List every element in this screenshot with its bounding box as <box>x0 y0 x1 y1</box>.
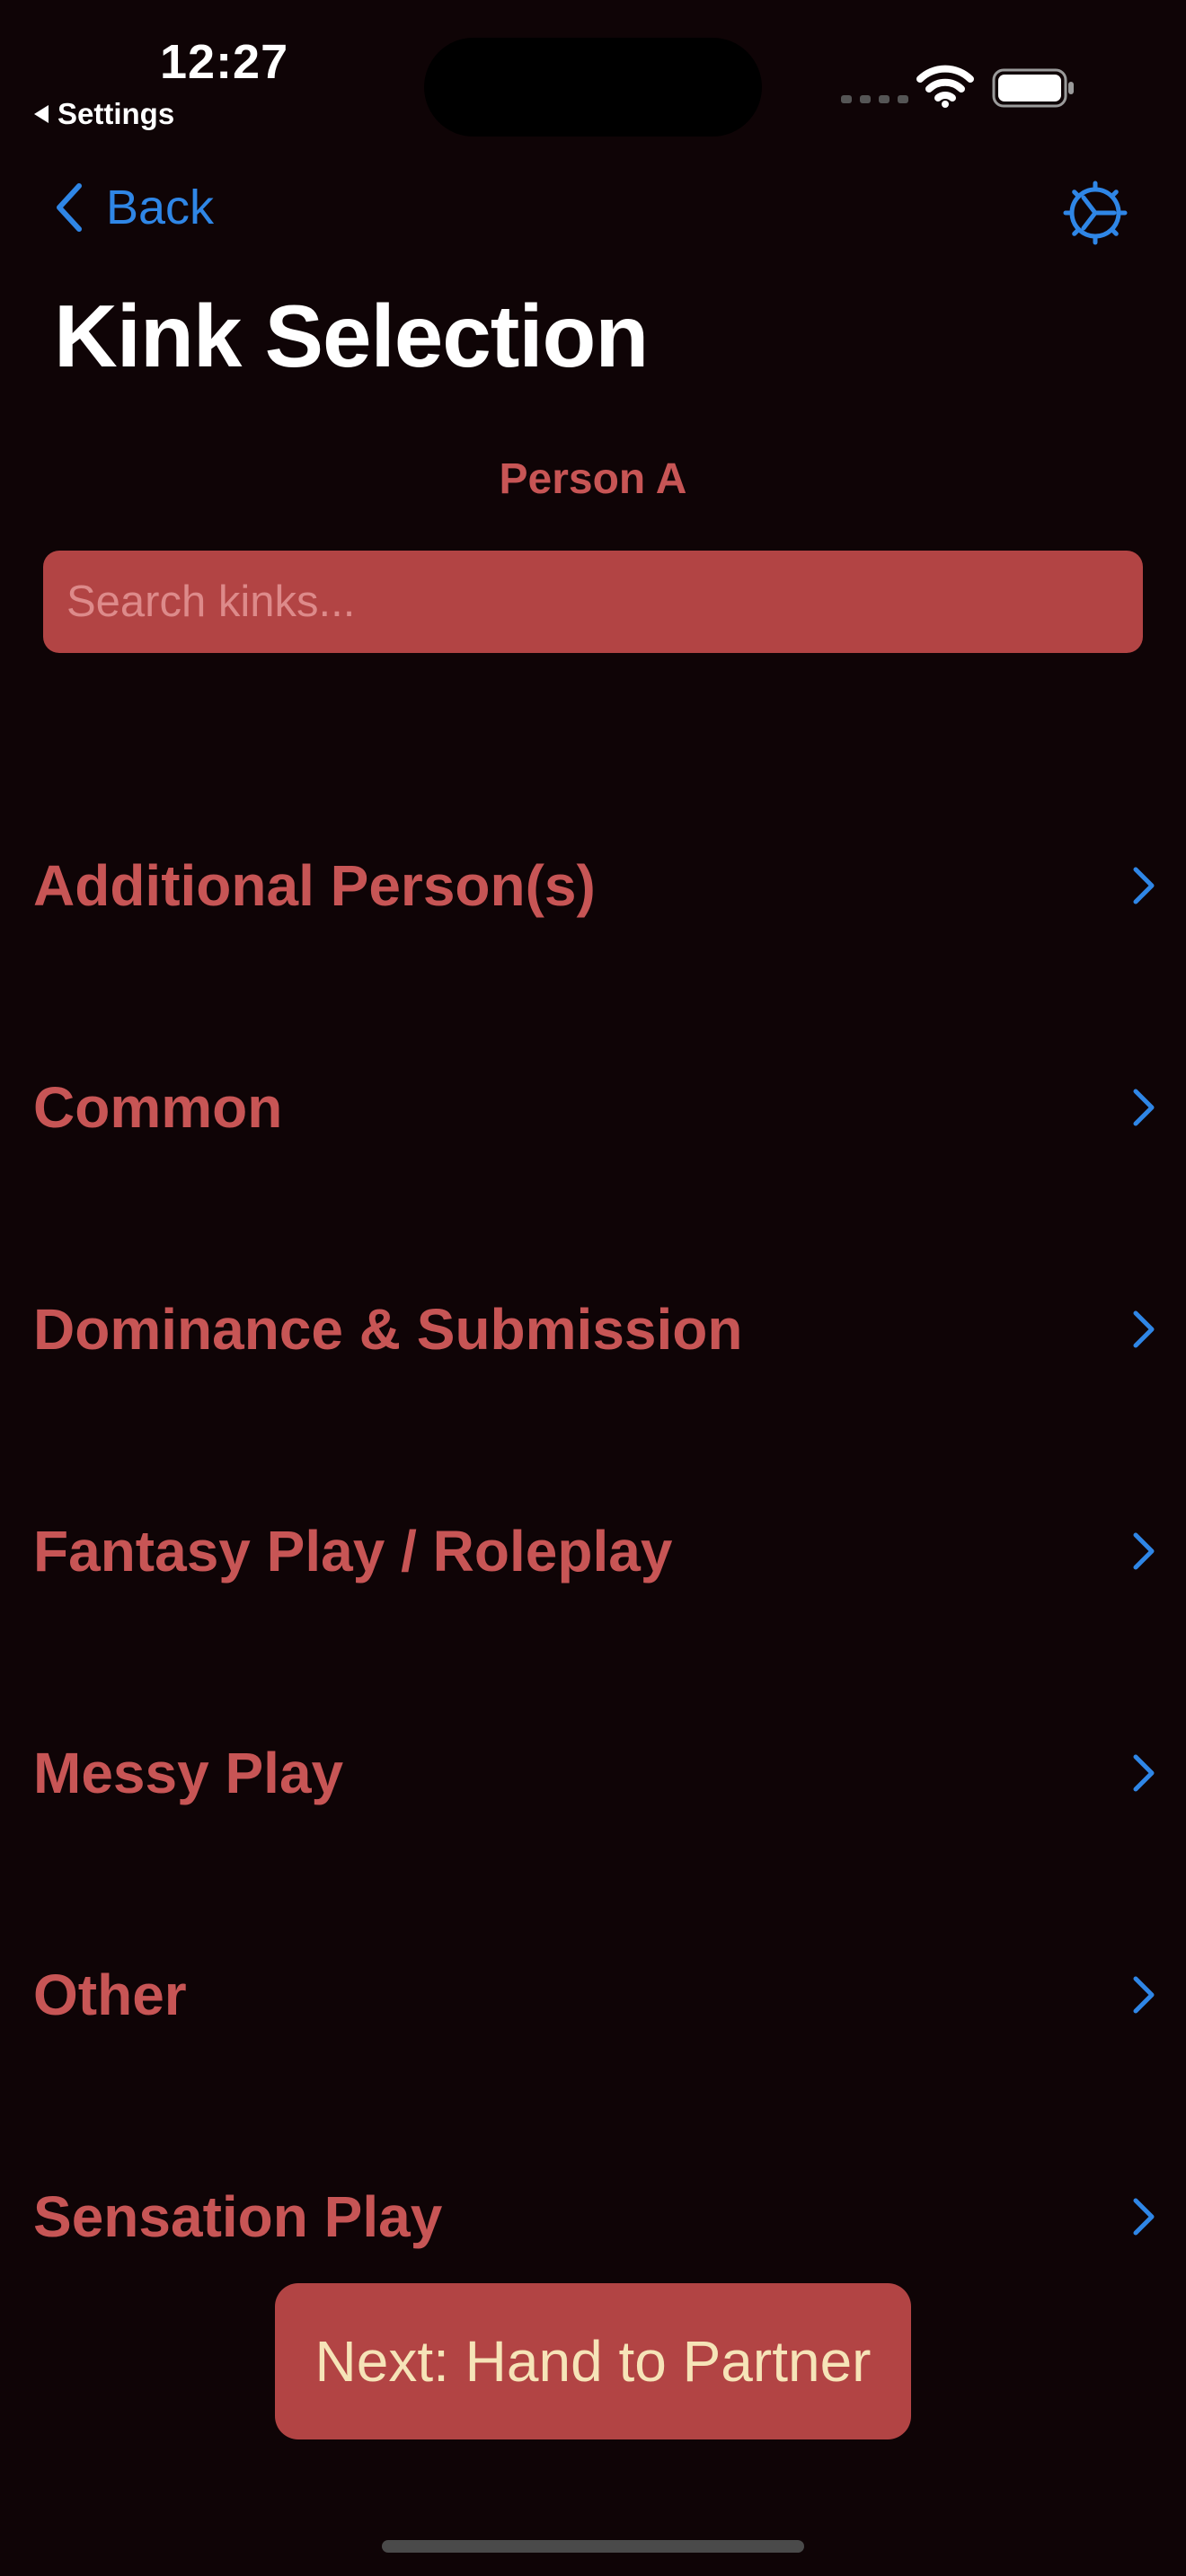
chevron-right-icon <box>1133 867 1155 904</box>
battery-icon <box>992 68 1074 108</box>
cellular-signal-icon <box>841 95 908 103</box>
chevron-right-icon <box>1133 1532 1155 1569</box>
back-button[interactable]: Back <box>54 180 214 235</box>
back-triangle-icon <box>34 105 49 123</box>
home-indicator[interactable] <box>382 2540 804 2553</box>
dynamic-island <box>424 38 762 137</box>
chevron-right-icon <box>1133 1310 1155 1347</box>
gear-icon[interactable] <box>1062 180 1128 246</box>
wifi-icon <box>916 65 974 108</box>
category-row-messy-play[interactable]: Messy Play <box>0 1662 1186 1883</box>
status-back-to-app[interactable]: Settings <box>34 97 174 131</box>
back-button-label: Back <box>106 181 215 234</box>
category-row-fantasy-roleplay[interactable]: Fantasy Play / Roleplay <box>0 1440 1186 1662</box>
category-label: Other <box>33 1962 187 2027</box>
page-title: Kink Selection <box>54 287 649 385</box>
category-label: Fantasy Play / Roleplay <box>33 1518 673 1584</box>
chevron-right-icon <box>1133 1754 1155 1791</box>
person-label: Person A <box>499 455 687 503</box>
category-label: Dominance & Submission <box>33 1296 743 1362</box>
category-label: Messy Play <box>33 1740 344 1805</box>
category-label: Common <box>33 1074 283 1140</box>
chevron-right-icon <box>1133 1089 1155 1125</box>
category-row-additional-persons[interactable]: Additional Person(s) <box>0 774 1186 996</box>
chevron-right-icon <box>1133 2198 1155 2235</box>
chevron-left-icon <box>57 183 82 232</box>
category-row-dominance-submission[interactable]: Dominance & Submission <box>0 1218 1186 1440</box>
chevron-right-icon <box>1133 1976 1155 2013</box>
search-input[interactable] <box>43 551 1143 653</box>
category-row-other[interactable]: Other <box>0 1883 1186 2105</box>
category-list: Additional Person(s) Common Dominance & … <box>0 774 1186 2327</box>
category-label: Additional Person(s) <box>33 852 596 918</box>
status-time: 12:27 <box>160 35 289 89</box>
category-row-common[interactable]: Common <box>0 996 1186 1218</box>
status-back-app-label: Settings <box>58 97 175 130</box>
next-hand-to-partner-button[interactable]: Next: Hand to Partner <box>275 2283 911 2439</box>
category-label: Sensation Play <box>33 2183 443 2249</box>
